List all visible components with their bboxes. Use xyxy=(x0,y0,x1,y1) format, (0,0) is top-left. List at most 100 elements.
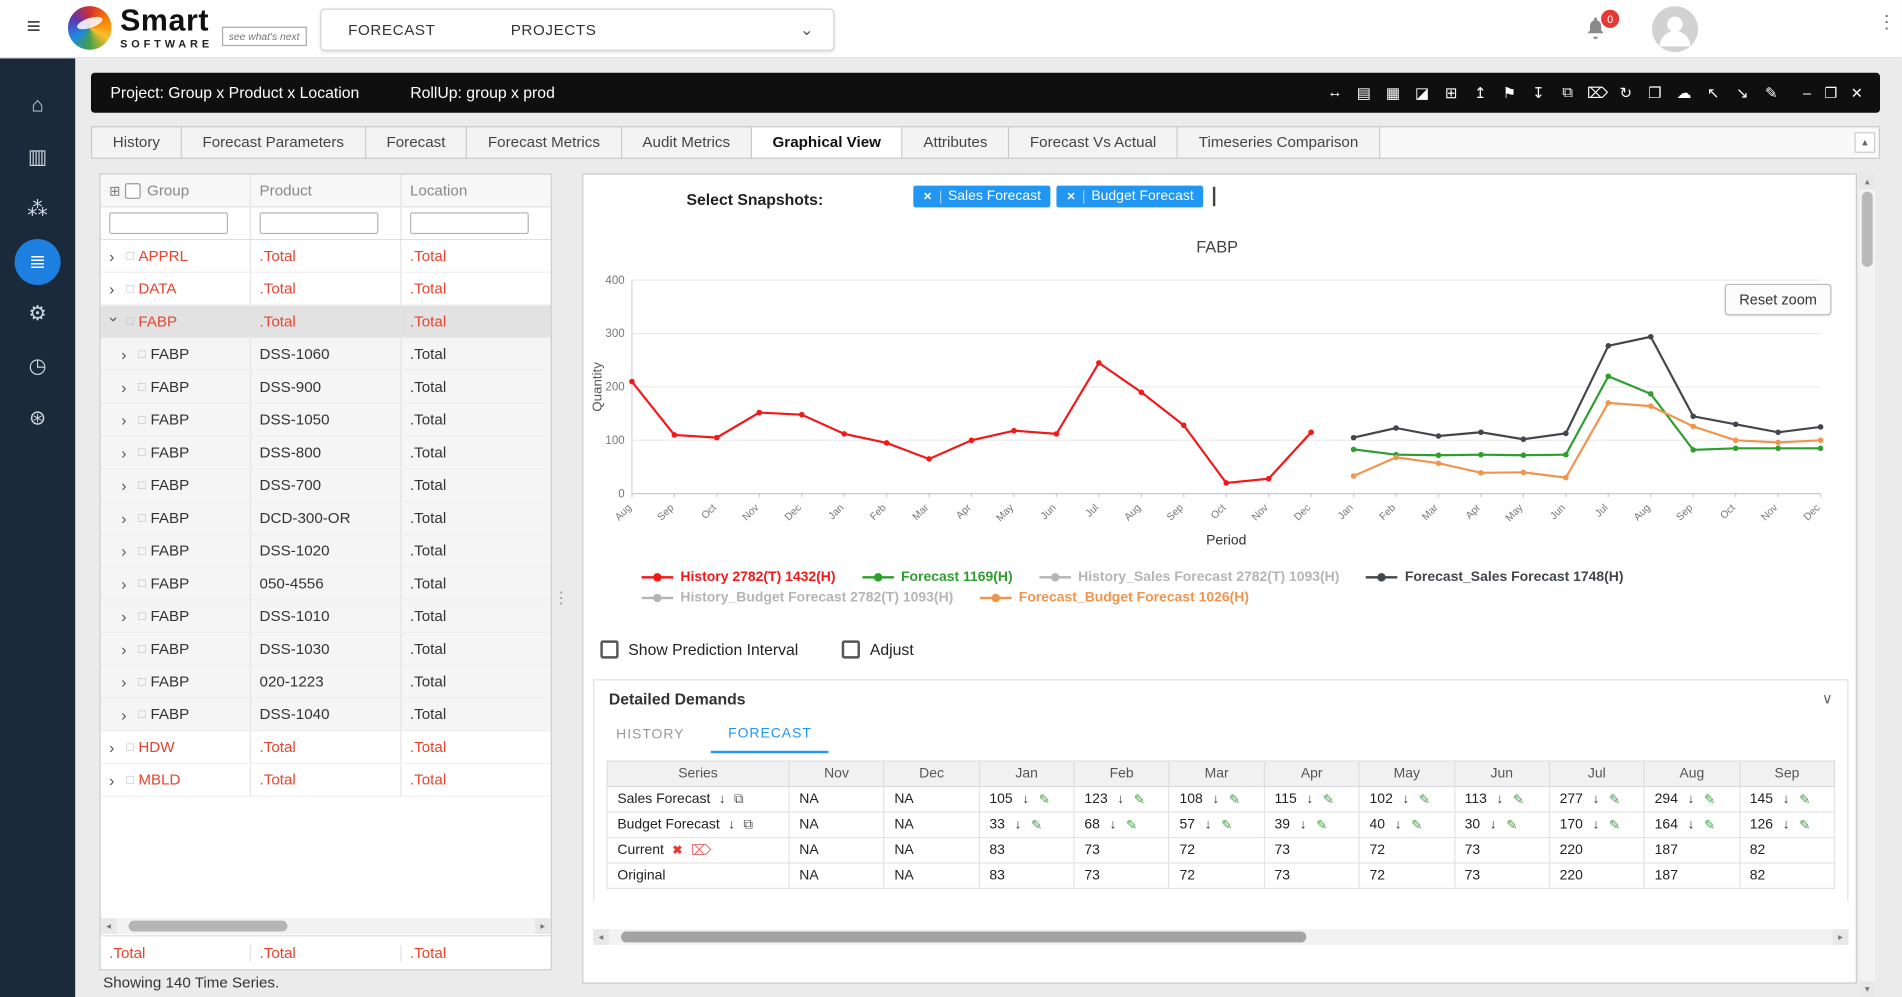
detailed-demands-header[interactable]: Detailed Demands ∨ xyxy=(594,680,1847,716)
demand-value-cell[interactable]: 126↓✎ xyxy=(1739,812,1834,837)
expand-icon[interactable]: › xyxy=(109,280,120,298)
editable-value[interactable]: 113↓✎ xyxy=(1465,791,1549,807)
legend-item[interactable]: Forecast_Budget Forecast 1026(H) xyxy=(980,591,1249,606)
tab-forecast-metrics[interactable]: Forecast Metrics xyxy=(467,126,622,159)
editable-value[interactable]: 40↓✎ xyxy=(1370,817,1454,833)
editable-value[interactable]: 123↓✎ xyxy=(1084,791,1168,807)
fill-down-icon[interactable]: ↓ xyxy=(1212,792,1219,807)
sidebar-item-bar-chart[interactable]: ▥ xyxy=(13,139,62,175)
expand-icon[interactable]: › xyxy=(109,771,120,789)
demands-scrollbar-track[interactable] xyxy=(609,929,1833,945)
edit-icon[interactable]: ✎ xyxy=(1799,791,1810,807)
fill-down-icon[interactable]: ↓ xyxy=(1205,817,1212,832)
tag-icon[interactable]: ⚑ xyxy=(1500,84,1519,102)
duplicate-icon[interactable]: ❐ xyxy=(1645,84,1664,102)
pop-out-icon[interactable]: ↖ xyxy=(1703,84,1722,102)
demand-value-cell[interactable]: 102↓✎ xyxy=(1359,787,1454,812)
clear-icon[interactable]: ✖ xyxy=(672,844,682,857)
nav-forecast[interactable]: FORECAST xyxy=(348,21,435,38)
tree-row[interactable]: ›□DATA.Total.Total xyxy=(101,273,551,306)
editable-value[interactable]: 126↓✎ xyxy=(1750,817,1834,833)
group-filter-input[interactable] xyxy=(109,212,228,234)
editable-value[interactable]: 277↓✎ xyxy=(1560,791,1644,807)
tab-attributes[interactable]: Attributes xyxy=(903,126,1010,159)
editable-value[interactable]: 164↓✎ xyxy=(1655,817,1739,833)
tree-horizontal-scrollbar[interactable]: ◂ ▸ xyxy=(101,918,551,934)
menu-icon[interactable]: ≡ xyxy=(27,13,41,41)
collapse-icon[interactable]: › xyxy=(106,316,124,327)
editable-value[interactable]: 39↓✎ xyxy=(1275,817,1359,833)
forecast-chart[interactable]: 0100200300400QuantityAugSepOctNovDecJanF… xyxy=(588,262,1843,553)
tree-row[interactable]: ›□FABPDSS-700.Total xyxy=(101,469,551,502)
vertical-scrollbar[interactable]: ▴ ▾ xyxy=(1859,173,1875,997)
legend-item[interactable]: Forecast_Sales Forecast 1748(H) xyxy=(1366,570,1623,585)
adjust-checkbox[interactable]: Adjust xyxy=(842,640,914,658)
edit-icon[interactable]: ✎ xyxy=(1323,791,1334,807)
sidebar-item-list[interactable]: ≣ xyxy=(13,244,62,280)
expand-icon[interactable]: › xyxy=(121,345,132,363)
demands-horizontal-scrollbar[interactable]: ◂ ▸ xyxy=(593,929,1848,945)
editable-value[interactable]: 115↓✎ xyxy=(1275,791,1359,807)
data-grid-icon[interactable]: ▦ xyxy=(1383,84,1402,102)
demand-value-cell[interactable]: 33↓✎ xyxy=(979,812,1074,837)
tab-scroll-icon[interactable]: ▴ xyxy=(1855,132,1876,153)
edit-icon[interactable]: ✎ xyxy=(1039,791,1050,807)
fill-down-icon[interactable]: ↓ xyxy=(1593,792,1600,807)
panel-resize-handle[interactable]: ⋮ xyxy=(556,580,567,616)
editable-value[interactable]: 294↓✎ xyxy=(1655,791,1739,807)
legend-item[interactable]: Forecast 1169(H) xyxy=(862,570,1012,585)
demands-tab-history[interactable]: HISTORY xyxy=(599,717,701,753)
scroll-down-icon[interactable]: ▾ xyxy=(1859,981,1875,997)
tab-history[interactable]: History xyxy=(91,126,182,159)
user-avatar[interactable] xyxy=(1652,6,1698,52)
location-filter-input[interactable] xyxy=(410,212,529,234)
edit-icon[interactable]: ✎ xyxy=(1411,817,1422,833)
sidebar-item-hub[interactable]: ⊛ xyxy=(13,400,62,436)
snapshot-chip[interactable]: ✕Sales Forecast xyxy=(913,186,1050,208)
vertical-scrollbar-thumb[interactable] xyxy=(1862,192,1873,267)
edit-icon[interactable]: ✎ xyxy=(1126,817,1137,833)
tab-forecast-vs-actual[interactable]: Forecast Vs Actual xyxy=(1009,126,1178,159)
fill-down-icon[interactable]: ↓ xyxy=(1306,792,1313,807)
demand-value-cell[interactable]: 277↓✎ xyxy=(1549,787,1644,812)
demand-value-cell[interactable]: 164↓✎ xyxy=(1644,812,1739,837)
tree-row[interactable]: ›□FABPDCD-300-OR.Total xyxy=(101,502,551,535)
demand-value-cell[interactable]: 105↓✎ xyxy=(979,787,1074,812)
editable-value[interactable]: 105↓✎ xyxy=(989,791,1073,807)
fill-icon[interactable]: ◪ xyxy=(1412,84,1431,102)
legend-item[interactable]: History 2782(T) 1432(H) xyxy=(642,570,836,585)
edit-icon[interactable]: ✎ xyxy=(1799,817,1810,833)
tree-row[interactable]: ›□FABPDSS-1060.Total xyxy=(101,338,551,371)
tree-row[interactable]: ›□APPRL.Total.Total xyxy=(101,240,551,273)
tab-audit-metrics[interactable]: Audit Metrics xyxy=(622,126,752,159)
demand-value-cell[interactable]: 123↓✎ xyxy=(1074,787,1169,812)
demand-value-cell[interactable]: 30↓✎ xyxy=(1454,812,1549,837)
collapse-chevron-icon[interactable]: ∨ xyxy=(1822,690,1833,707)
close-icon[interactable]: ✕ xyxy=(1851,84,1863,101)
edit-icon[interactable]: ✎ xyxy=(1762,84,1781,102)
copy-icon[interactable]: ⧉ xyxy=(734,791,744,807)
minimize-icon[interactable]: – xyxy=(1803,84,1811,101)
demands-scrollbar-thumb[interactable] xyxy=(621,932,1306,943)
edit-icon[interactable]: ✎ xyxy=(1704,791,1715,807)
editable-value[interactable]: 68↓✎ xyxy=(1084,817,1168,833)
tree-row[interactable]: ›□HDW.Total.Total xyxy=(101,731,551,764)
tree-row[interactable]: ›□FABPDSS-1010.Total xyxy=(101,600,551,633)
editable-value[interactable]: 145↓✎ xyxy=(1750,791,1834,807)
edit-icon[interactable]: ✎ xyxy=(1221,817,1232,833)
demand-value-cell[interactable]: 57↓✎ xyxy=(1169,812,1264,837)
fill-down-icon[interactable]: ↓ xyxy=(1300,817,1307,832)
scroll-left-icon[interactable]: ◂ xyxy=(593,929,609,945)
cloud-upload-icon[interactable]: ☁ xyxy=(1674,84,1693,102)
product-filter-input[interactable] xyxy=(260,212,379,234)
tree-row[interactable]: ›□FABPDSS-1040.Total xyxy=(101,699,551,732)
expand-icon[interactable]: › xyxy=(121,443,132,461)
tree-scrollbar-thumb[interactable] xyxy=(129,921,288,932)
tab-forecast-parameters[interactable]: Forecast Parameters xyxy=(182,126,366,159)
notifications-button[interactable]: 0 xyxy=(1583,16,1610,43)
fill-down-icon[interactable]: ↓ xyxy=(1593,817,1600,832)
sidebar-item-people[interactable]: ⁂ xyxy=(13,192,62,228)
edit-icon[interactable]: ✎ xyxy=(1316,817,1327,833)
fill-down-icon[interactable]: ↓ xyxy=(1688,817,1695,832)
editable-value[interactable]: 33↓✎ xyxy=(989,817,1073,833)
